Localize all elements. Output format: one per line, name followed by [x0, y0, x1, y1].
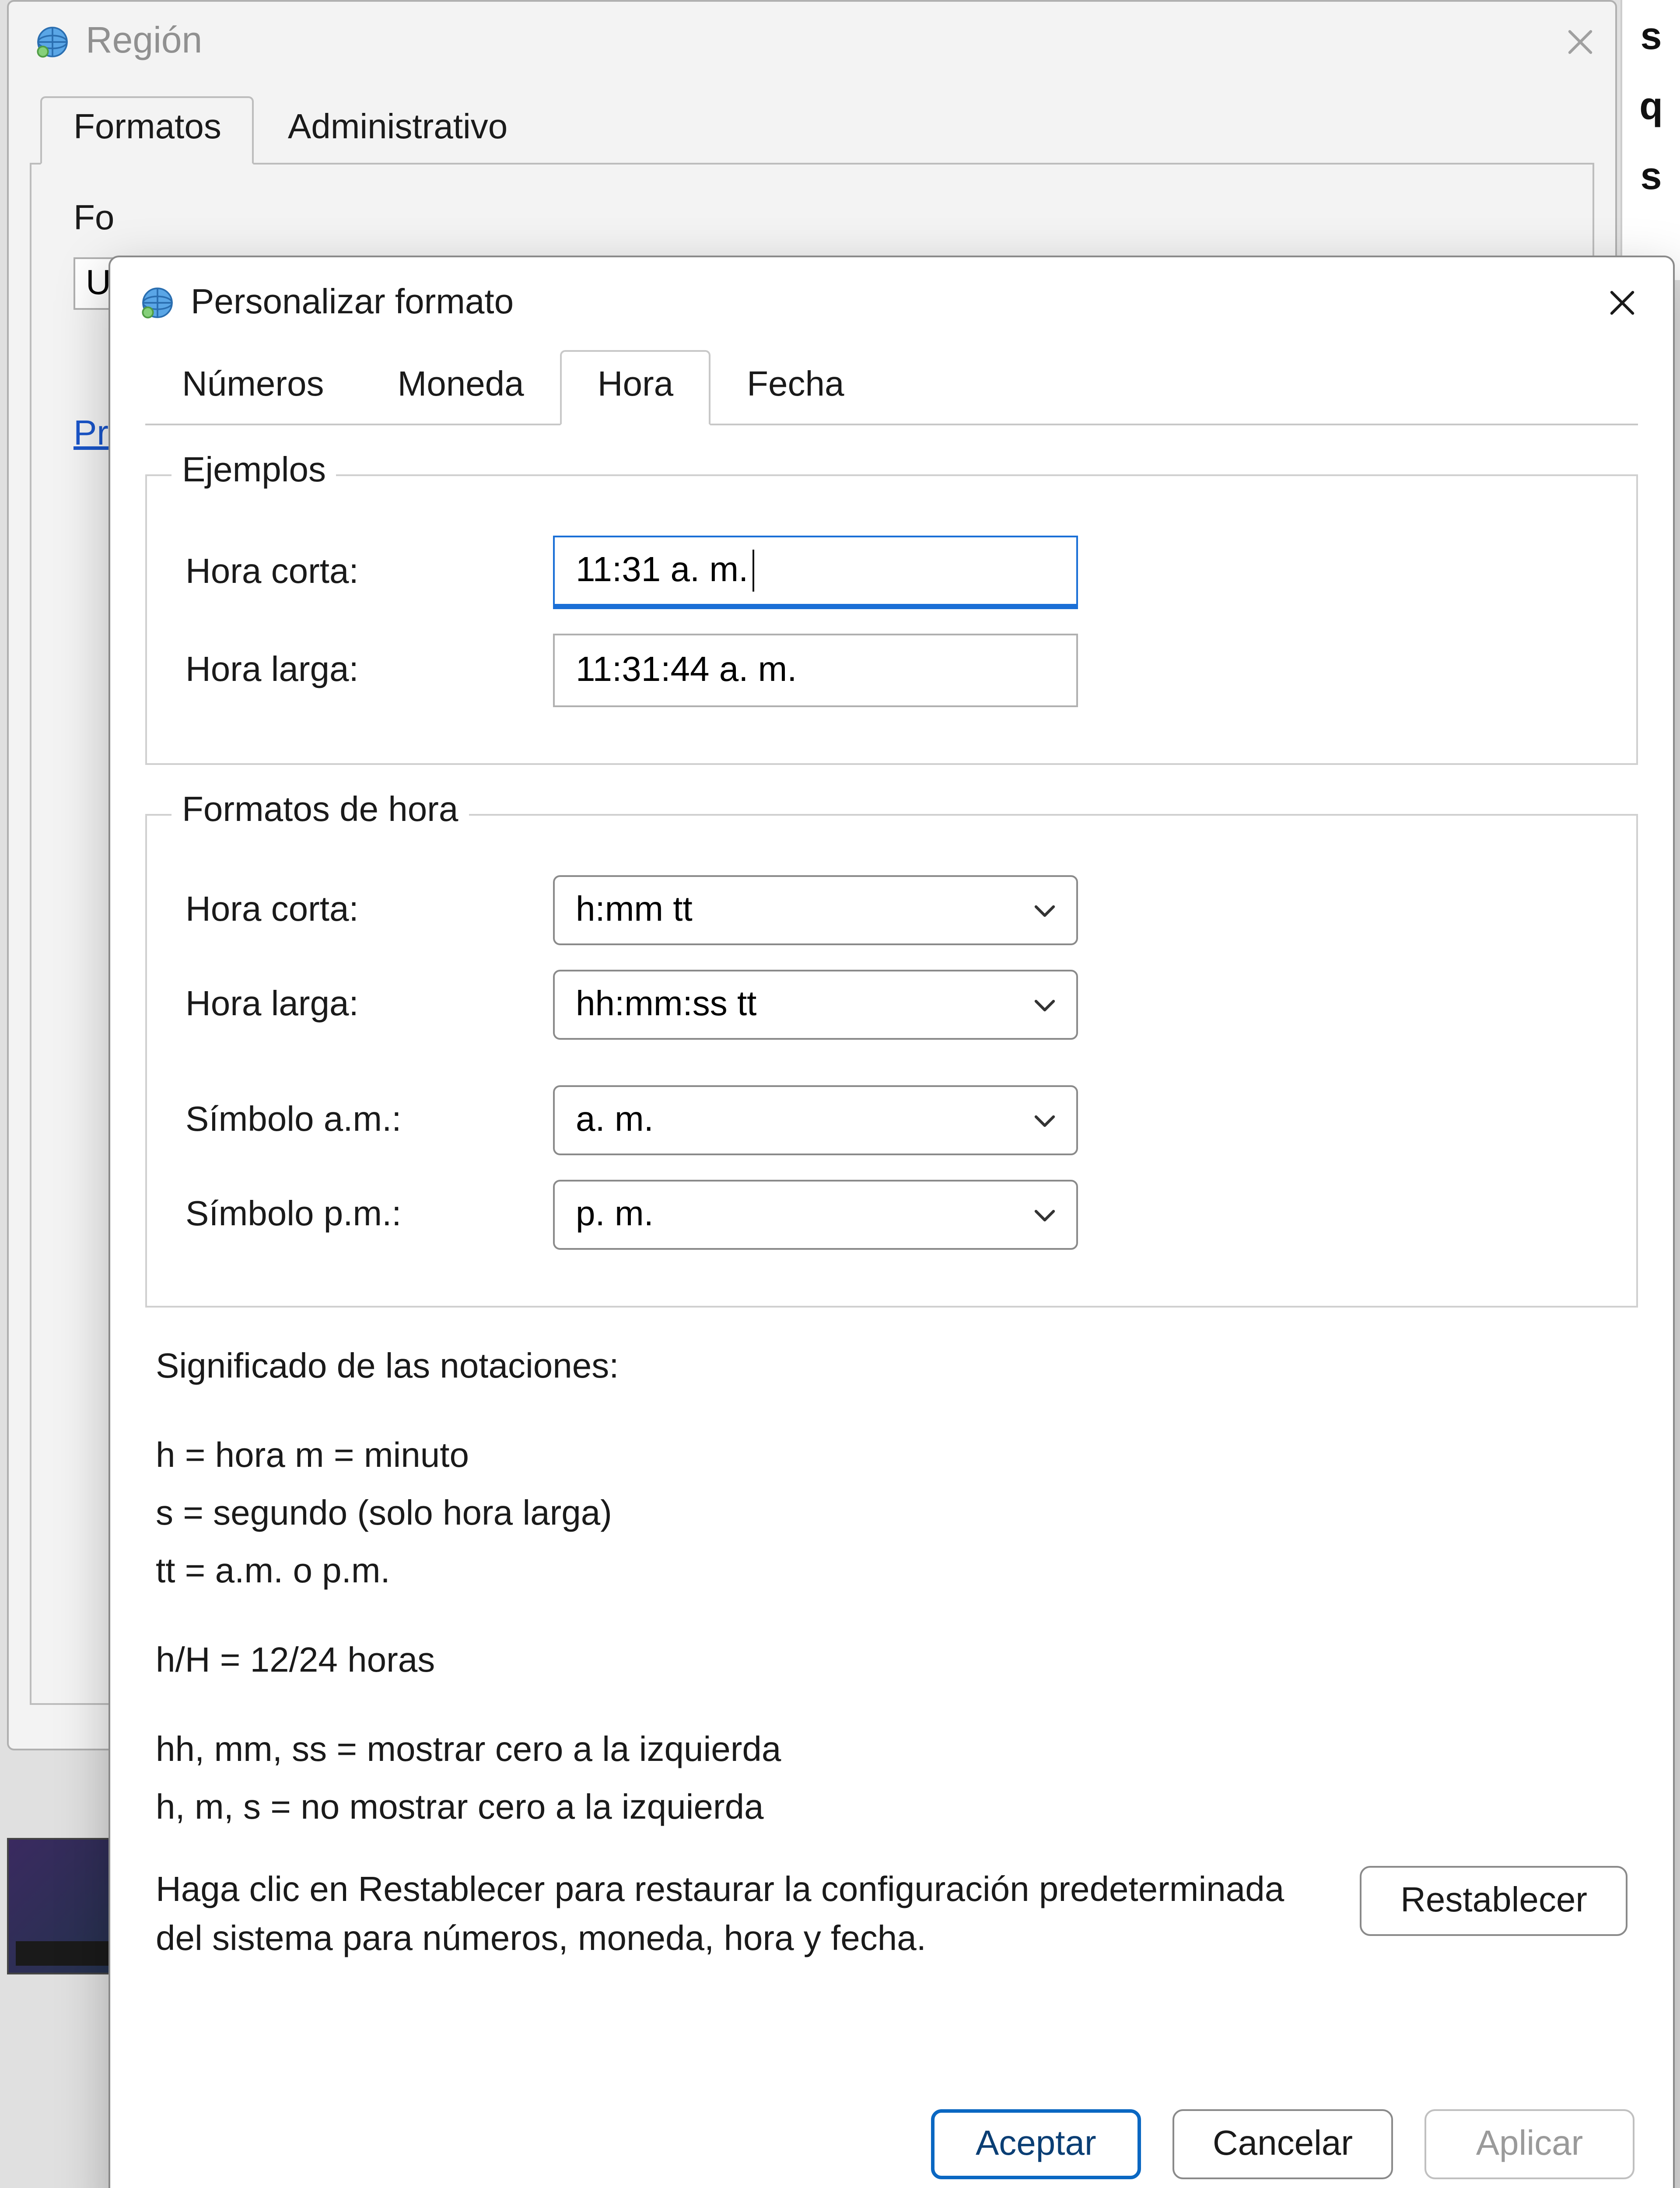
- short-time-format-label: Hora corta:: [186, 890, 553, 930]
- tab-administrativo[interactable]: Administrativo: [255, 96, 541, 165]
- customize-title: Personalizar formato: [191, 283, 514, 323]
- region-tabs: Formatos Administrativo: [30, 95, 1594, 165]
- examples-group: Ejemplos Hora corta: 11:31 a. m. Hora la…: [145, 474, 1638, 765]
- preferences-link-fragment[interactable]: Pr: [74, 415, 108, 455]
- time-formats-legend: Formatos de hora: [172, 791, 469, 831]
- notation-heading: Significado de las notaciones:: [156, 1343, 1628, 1393]
- long-time-example[interactable]: 11:31:44 a. m.: [553, 634, 1078, 707]
- format-label-fragment: Fo: [74, 200, 1550, 240]
- tab-moneda[interactable]: Moneda: [361, 350, 561, 425]
- short-time-format-combo[interactable]: h:mm tt: [553, 875, 1078, 945]
- chevron-down-icon: [1031, 1106, 1059, 1134]
- ok-button[interactable]: Aceptar: [931, 2109, 1141, 2179]
- am-symbol-combo[interactable]: a. m.: [553, 1085, 1078, 1155]
- long-time-example-label: Hora larga:: [186, 650, 553, 691]
- tab-hora[interactable]: Hora: [561, 350, 710, 425]
- taskbar-thumbnail[interactable]: [7, 1838, 121, 1974]
- pm-symbol-combo[interactable]: p. m.: [553, 1180, 1078, 1250]
- customize-window: Personalizar formato Números Moneda Hora…: [108, 256, 1675, 2188]
- region-titlebar[interactable]: Región: [9, 2, 1615, 81]
- tab-numeros[interactable]: Números: [145, 350, 361, 425]
- text-caret: [752, 550, 753, 592]
- close-icon[interactable]: [1582, 270, 1662, 336]
- long-time-format-combo[interactable]: hh:mm:ss tt: [553, 970, 1078, 1040]
- chevron-down-icon: [1031, 991, 1059, 1019]
- dialog-footer: Aceptar Cancelar Aplicar: [110, 2081, 1673, 2188]
- customize-titlebar[interactable]: Personalizar formato: [110, 257, 1673, 348]
- tab-fecha[interactable]: Fecha: [710, 350, 881, 425]
- cancel-button[interactable]: Cancelar: [1172, 2109, 1393, 2179]
- customize-tabs: Números Moneda Hora Fecha: [145, 348, 1638, 425]
- chevron-down-icon: [1031, 896, 1059, 924]
- examples-legend: Ejemplos: [172, 452, 336, 492]
- reset-hint: Haga clic en Restablecer para restaurar …: [156, 1866, 1318, 1964]
- time-formats-group: Formatos de hora Hora corta: h:mm tt Hor…: [145, 814, 1638, 1308]
- chevron-down-icon: [1031, 1201, 1059, 1229]
- notation-meaning: Significado de las notaciones: h = hora …: [156, 1343, 1628, 1834]
- close-icon[interactable]: [1559, 20, 1601, 62]
- apply-button[interactable]: Aplicar: [1424, 2109, 1634, 2179]
- globe-icon: [138, 284, 177, 322]
- pm-symbol-label: Símbolo p.m.:: [186, 1195, 553, 1235]
- long-time-format-label: Hora larga:: [186, 985, 553, 1025]
- tab-formatos[interactable]: Formatos: [40, 96, 255, 165]
- globe-icon: [33, 22, 72, 60]
- reset-button[interactable]: Restablecer: [1360, 1866, 1628, 1936]
- short-time-example-label: Hora corta:: [186, 552, 553, 593]
- am-symbol-label: Símbolo a.m.:: [186, 1100, 553, 1140]
- background-peek: s q s: [1620, 0, 1680, 280]
- short-time-example[interactable]: 11:31 a. m.: [553, 536, 1078, 609]
- region-title: Región: [86, 20, 202, 62]
